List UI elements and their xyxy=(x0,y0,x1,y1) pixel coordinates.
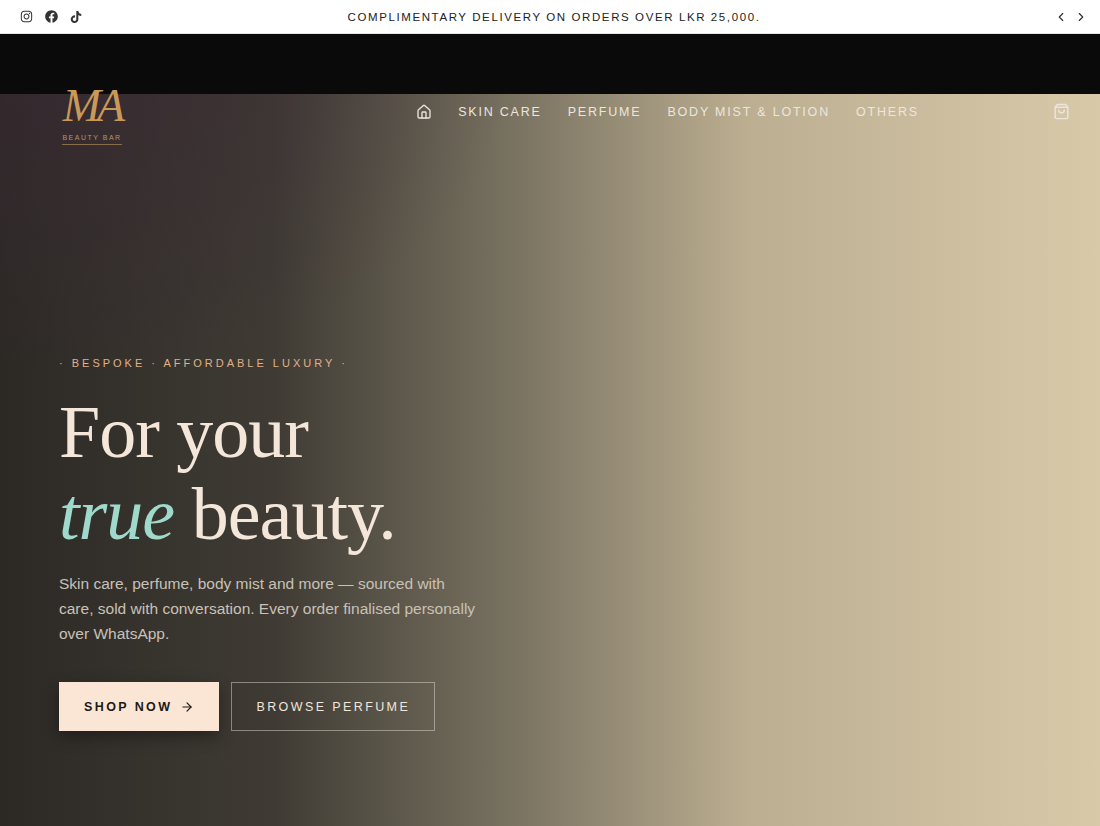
facebook-link[interactable] xyxy=(45,10,58,23)
announcement-text: COMPLIMENTARY DELIVERY ON ORDERS OVER LK… xyxy=(160,11,948,23)
nav-link[interactable]: SKIN CARE xyxy=(458,105,542,119)
hero-content: · BESPOKE · AFFORDABLE LUXURY · For yourt… xyxy=(52,357,1070,731)
hero: MABEAUTY BAR SKIN CARE PERFUME BODY MIST & … xyxy=(0,34,1100,826)
heading-accent: true xyxy=(59,473,174,555)
nav-link[interactable]: PERFUME xyxy=(568,105,642,119)
facebook-icon xyxy=(45,10,58,23)
cart-icon xyxy=(1053,103,1070,120)
home-link[interactable] xyxy=(416,104,432,120)
social-links xyxy=(20,10,160,23)
tiktok-icon xyxy=(70,11,82,23)
prev-button[interactable] xyxy=(1054,10,1068,24)
hero-eyebrow: · BESPOKE · AFFORDABLE LUXURY · xyxy=(59,357,1070,369)
announcement-bar: COMPLIMENTARY DELIVERY ON ORDERS OVER LK… xyxy=(0,0,1100,34)
logo[interactable]: MABEAUTY BAR xyxy=(52,78,132,145)
instagram-icon xyxy=(20,10,33,23)
chevron-right-icon xyxy=(1074,10,1088,24)
hero-heading: For yourtrue beauty. xyxy=(59,391,1070,555)
tiktok-link[interactable] xyxy=(70,11,82,23)
instagram-link[interactable] xyxy=(20,10,33,23)
hero-description: Skin care, perfume, body mist and more —… xyxy=(59,571,479,646)
cart-button[interactable] xyxy=(1053,103,1070,120)
page: COMPLIMENTARY DELIVERY ON ORDERS OVER LK… xyxy=(0,0,1100,826)
hero-buttons: SHOP NOWBROWSE PERFUME xyxy=(59,682,1070,731)
logo-tagline: BEAUTY BAR xyxy=(62,134,121,145)
nav-link[interactable]: OTHERS xyxy=(856,105,919,119)
chevron-left-icon xyxy=(1054,10,1068,24)
next-button[interactable] xyxy=(1074,10,1088,24)
shop-now-button[interactable]: SHOP NOW xyxy=(59,682,219,731)
nav-link[interactable]: BODY MIST & LOTION xyxy=(667,105,830,119)
browse-button[interactable]: BROWSE PERFUME xyxy=(231,682,435,731)
main-nav: SKIN CARE PERFUME BODY MIST & LOTION OTHERS xyxy=(416,104,919,120)
home-icon xyxy=(416,104,432,120)
site-header: MABEAUTY BAR SKIN CARE PERFUME BODY MIST & … xyxy=(52,78,1070,145)
logo-monogram: MA xyxy=(63,78,121,134)
arrow-right-icon xyxy=(180,700,194,714)
announcement-arrows xyxy=(948,10,1088,24)
